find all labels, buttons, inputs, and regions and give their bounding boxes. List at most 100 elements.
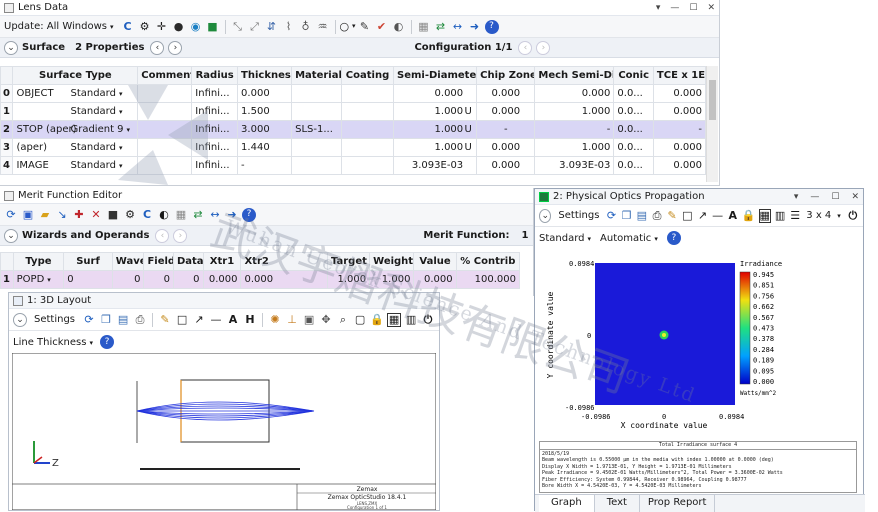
thickness-cell[interactable]: 3.000 [237,120,293,139]
weight-cell[interactable]: 1.000 [369,270,415,289]
stack-icon[interactable]: ☰ [789,209,801,223]
chip-zone-cell[interactable]: - [476,120,536,139]
gear-icon[interactable]: ⚙ [138,20,152,34]
aperture-icon[interactable]: ● [172,20,186,34]
xtr1-cell[interactable]: 0.000 [202,270,242,289]
comment-cell[interactable] [137,84,193,103]
settings-icon[interactable]: ⚙ [123,208,137,222]
thickness-cell[interactable]: - [237,156,293,175]
column-header[interactable]: Radius [191,66,239,85]
layers-icon[interactable]: ▥ [774,209,786,223]
thickness-cell[interactable]: 0.000 [237,84,293,103]
table-icon[interactable]: ▦ [174,208,188,222]
zoom-icon[interactable]: ⌕ [336,313,350,327]
column-header[interactable]: Chip Zone [476,66,536,85]
dimension-icon[interactable]: H [243,313,257,327]
column-header[interactable]: Coating [341,66,394,85]
maximize-icon[interactable]: ☐ [831,192,839,202]
dropdown-icon[interactable]: ▾ [47,276,51,284]
semi-diameter-cell[interactable]: 3.093E-03 [392,156,478,175]
line-icon[interactable]: — [712,209,724,223]
dropdown-icon[interactable]: ▾ [119,90,123,98]
dropdown-icon[interactable]: ▾ [119,144,123,152]
table-row[interactable]: 1 Standard ▾ Infini... 1.500 1.000U 0.000 1.000… [0,102,707,121]
material-cell[interactable] [291,102,343,121]
table-row[interactable]: 0 OBJECT Standard ▾ Infini... 0.000 0.000 0.000… [0,84,707,103]
irradiance-plot[interactable]: 0.0984 0 -0.0986 -0.0986 0 0.0984 X coor… [537,251,861,431]
close-icon[interactable]: ✕ [851,192,859,202]
edit-icon[interactable]: ✔ [375,20,389,34]
toggle-icon[interactable]: ◐ [392,20,406,34]
minimize-icon[interactable]: — [670,3,679,13]
lens-scrollbar[interactable] [706,66,718,182]
highlight-icon[interactable]: ✎ [358,20,372,34]
column-header[interactable]: Mech Semi-Dia [534,66,615,85]
contrib-cell[interactable]: 100.000 [455,270,521,289]
globe-icon[interactable]: ◉ [189,20,203,34]
column-header[interactable]: TCE x 1E-6 [652,66,707,85]
power-icon[interactable]: ⏻ [421,313,435,327]
scroll-thumb[interactable] [709,80,716,120]
column-header[interactable]: Xtr1 [202,252,242,271]
solve-flag[interactable]: U [463,106,473,117]
next-config-icon[interactable]: › [536,40,551,55]
automatic-dropdown[interactable]: Automatic ▾ [600,233,658,244]
collapse-icon[interactable]: ⌄ [4,228,18,243]
split-icon[interactable]: ♒ [316,20,330,34]
refresh-c-icon[interactable]: C [140,208,154,222]
mech-semi-dia-cell[interactable]: 0.000 [534,84,615,103]
surface-type-cell[interactable]: Standard ▾ [12,102,139,121]
rotate-icon[interactable]: ✺ [268,313,282,327]
radius-cell[interactable]: Infini... [191,84,239,103]
mech-semi-dia-cell[interactable]: 3.093E-03 [534,156,615,175]
settings-button[interactable]: Settings [34,314,75,325]
dropdown-icon[interactable]: ▾ [794,192,799,202]
delete-icon[interactable]: ✕ [89,208,103,222]
semi-diameter-cell[interactable]: 0.000 [392,84,478,103]
semi-diameter-cell[interactable]: 1.000U [392,138,478,157]
data-cell[interactable]: 0 [172,270,204,289]
semi-diameter-cell[interactable]: 1.000U [392,120,478,139]
semi-diameter-cell[interactable]: 1.000U [392,102,478,121]
column-header[interactable]: Type [12,252,65,271]
text-icon[interactable]: A [226,313,240,327]
tce-cell[interactable]: 0.000 [652,84,707,103]
conic-cell[interactable]: 0.0... [613,102,654,121]
surface-type-cell[interactable]: IMAGE Standard ▾ [12,156,139,175]
chip-zone-cell[interactable]: 0.000 [476,138,536,157]
arrow-icon[interactable]: ↗ [192,313,206,327]
column-header[interactable]: Semi-Diameter [392,66,478,85]
print-icon[interactable]: ⎙ [651,209,663,223]
comment-cell[interactable] [137,138,193,157]
column-header[interactable]: Surf [63,252,113,271]
column-header[interactable]: Data [172,252,204,271]
settings-collapse-icon[interactable]: ⌄ [539,208,552,223]
refresh-icon[interactable]: ⟳ [4,208,18,222]
line-icon[interactable]: — [209,313,223,327]
column-header[interactable]: Thickness [237,66,293,85]
table-icon[interactable]: ▦ [417,20,431,34]
update-dropdown[interactable]: Update: All Windows ▾ [4,21,114,32]
wizard-icon[interactable]: ✚ [72,208,86,222]
axis-icon[interactable]: ⊥ [285,313,299,327]
radius-cell[interactable]: Infini... [191,102,239,121]
layers-icon[interactable]: ▥ [404,313,418,327]
comment-cell[interactable] [137,102,193,121]
thickness-cell[interactable]: 1.500 [237,102,293,121]
column-header[interactable]: Target [326,252,371,271]
column-header[interactable]: Xtr2 [240,252,328,271]
help-icon[interactable]: ? [242,207,256,222]
next-surface-icon[interactable]: › [168,40,183,55]
refresh-icon[interactable]: ⟳ [605,209,617,223]
material-cell[interactable] [291,156,343,175]
help-icon[interactable]: ? [666,231,681,245]
mech-semi-dia-cell[interactable]: 1.000 [534,138,615,157]
type-cell[interactable]: POPD ▾ [12,270,65,289]
fit-icon[interactable]: ▢ [353,313,367,327]
column-header[interactable]: Comment [137,66,193,85]
chip-zone-cell[interactable]: 0.000 [476,102,536,121]
insert-row-icon[interactable]: ↘ [55,208,69,222]
dropdown-icon[interactable]: ▾ [656,3,661,13]
copy-icon[interactable]: ❐ [99,313,113,327]
table-row[interactable]: 2 STOP (aper)Gradient 9 ▾ Infini... 3.000 SLS… [0,120,707,139]
